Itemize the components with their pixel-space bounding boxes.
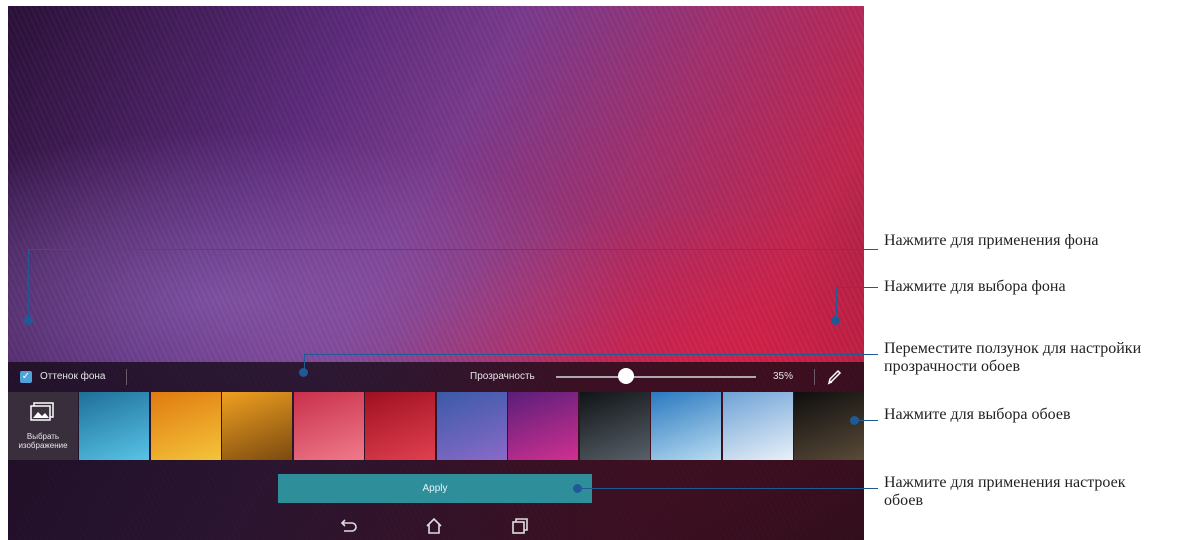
- back-icon[interactable]: [338, 516, 358, 536]
- annotation-select-background: Нажмите для выбора фона: [884, 278, 1066, 295]
- pencil-edit-icon[interactable]: [826, 368, 842, 386]
- toolbar-divider: [814, 369, 815, 385]
- callout-line: [28, 249, 878, 250]
- wallpaper-thumbnails: Выбрать изображение: [8, 392, 864, 460]
- apply-row: Apply: [8, 460, 864, 503]
- callout-dot: [299, 368, 308, 377]
- opacity-slider-thumb[interactable]: [618, 368, 634, 384]
- background-tint-label: Оттенок фона: [40, 371, 106, 382]
- thumb-snow-peaks[interactable]: [722, 392, 793, 460]
- navigation-bar: [8, 510, 864, 540]
- callout-dot: [831, 316, 840, 325]
- callout-dot: [573, 484, 582, 493]
- callout-line: [304, 354, 878, 355]
- apply-button[interactable]: Apply: [278, 474, 592, 503]
- opacity-value: 35%: [773, 371, 794, 382]
- thumb-mountains-night[interactable]: [579, 392, 650, 460]
- gallery-image-icon: [30, 402, 54, 421]
- annotation-slider: Переместите ползунок для настройки прозр…: [884, 340, 1142, 375]
- thumb-vinyl[interactable]: [794, 392, 864, 460]
- background-tint-checkbox[interactable]: ✓: [20, 371, 32, 383]
- thumb-lavender-field[interactable]: [436, 392, 507, 460]
- thumb-sunset[interactable]: [222, 392, 292, 460]
- callout-line: [856, 420, 878, 421]
- toolbar-divider: [126, 369, 127, 385]
- callout-line: [28, 249, 29, 321]
- pick-image-button[interactable]: Выбрать изображение: [8, 392, 78, 460]
- annotation-select-wallpaper: Нажмите для выбора обоев: [884, 406, 1071, 423]
- thumb-water[interactable]: [79, 392, 149, 460]
- callout-line: [578, 488, 878, 489]
- settings-toolbar: ✓ Оттенок фона Прозрачность 35%: [8, 362, 864, 392]
- tablet-screen: ✓ Оттенок фона Прозрачность 35% Выбрать …: [8, 6, 864, 540]
- pick-image-label: Выбрать изображение: [18, 432, 68, 450]
- thumb-red-sky[interactable]: [365, 392, 435, 460]
- thumb-purple-asus[interactable]: [508, 392, 578, 460]
- opacity-slider-track[interactable]: [556, 376, 756, 378]
- callout-dot: [24, 316, 33, 325]
- callout-line: [836, 287, 878, 288]
- callout-dot: [850, 416, 859, 425]
- annotation-apply-background: Нажмите для применения фона: [884, 232, 1099, 249]
- wallpaper-settings-panel: ✓ Оттенок фона Прозрачность 35% Выбрать …: [8, 362, 864, 540]
- annotation-apply-settings: Нажмите для применения настроек обоев: [884, 474, 1126, 509]
- home-icon[interactable]: [424, 516, 444, 536]
- recent-apps-icon[interactable]: [510, 516, 530, 536]
- thumb-orange-rope[interactable]: [150, 392, 221, 460]
- thumb-blue-winter[interactable]: [651, 392, 721, 460]
- opacity-label: Прозрачность: [470, 371, 535, 382]
- thumb-red-dunes[interactable]: [293, 392, 364, 460]
